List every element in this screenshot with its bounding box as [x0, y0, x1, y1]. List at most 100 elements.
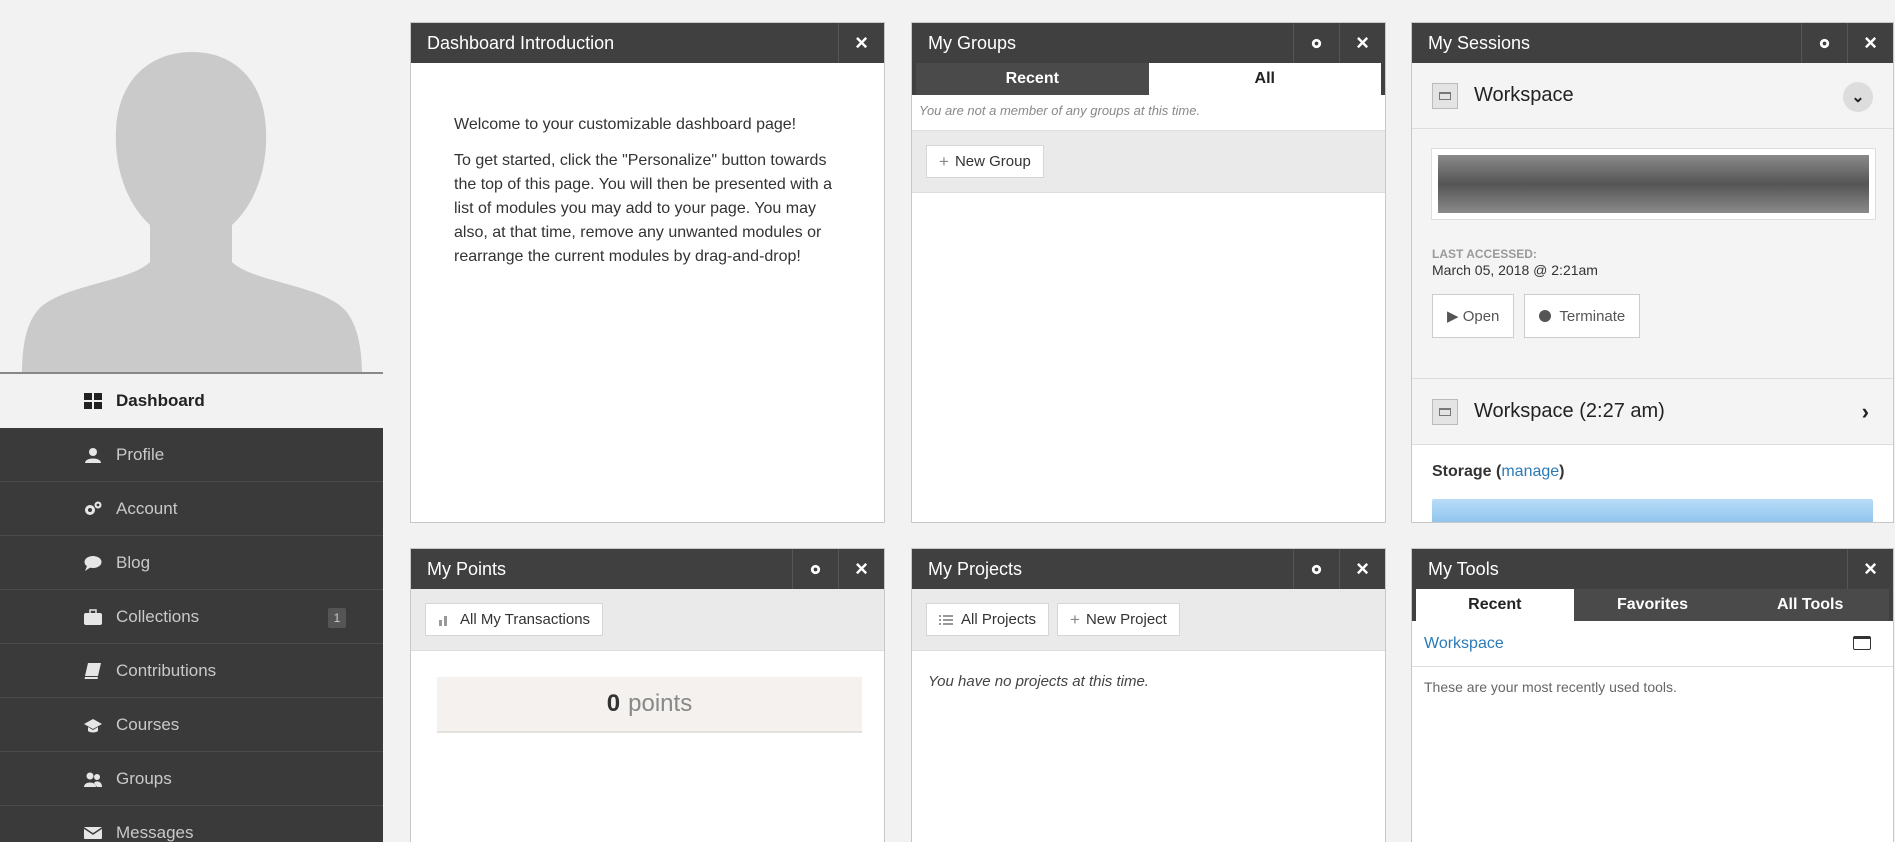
graduation-cap-icon [84, 717, 102, 733]
session-row[interactable]: Workspace (2:27 am) › [1412, 379, 1893, 445]
tab-recent[interactable]: Recent [916, 63, 1149, 95]
panel-header[interactable]: My Sessions × [1412, 23, 1893, 63]
points-toolbar: All My Transactions [411, 589, 884, 651]
tab-favorites[interactable]: Favorites [1573, 589, 1732, 621]
all-transactions-button[interactable]: All My Transactions [425, 603, 604, 636]
panel-header[interactable]: My Tools × [1412, 549, 1893, 589]
settings-icon[interactable] [792, 549, 838, 589]
sidebar-item-blog[interactable]: Blog [0, 536, 383, 590]
close-icon[interactable]: × [1339, 549, 1385, 589]
panel-title: My Sessions [1428, 32, 1531, 53]
sidebar-item-dashboard[interactable]: Dashboard [0, 374, 383, 428]
my-projects-panel[interactable]: My Projects × All Projects + New Project… [911, 548, 1386, 842]
my-tools-panel[interactable]: My Tools × Recent Favorites All Tools Wo… [1411, 548, 1894, 842]
sidebar-item-profile[interactable]: Profile [0, 428, 383, 482]
terminate-session-button[interactable]: Terminate [1524, 294, 1641, 338]
storage-paren: ) [1559, 463, 1565, 480]
envelope-icon [84, 825, 102, 841]
close-icon[interactable]: × [1339, 23, 1385, 63]
my-sessions-panel[interactable]: My Sessions × Workspace ⌄ LAST ACCESSED:… [1411, 22, 1894, 523]
sidebar-item-label: Courses [116, 714, 180, 734]
all-transactions-label: All My Transactions [460, 611, 591, 628]
session-thumbnail[interactable] [1432, 149, 1875, 219]
panel-title: My Projects [928, 558, 1023, 579]
terminate-label: Terminate [1559, 307, 1626, 325]
intro-body: Welcome to your customizable dashboard p… [411, 63, 884, 269]
groups-tabs: Recent All [912, 63, 1385, 95]
panel-header[interactable]: My Points × [411, 549, 884, 589]
sidebar-item-label: Account [116, 498, 178, 518]
new-project-label: New Project [1085, 611, 1167, 628]
workspace-tool-link[interactable]: Workspace [1424, 635, 1504, 653]
projects-toolbar: All Projects + New Project [912, 589, 1385, 651]
new-group-button[interactable]: + New Group [926, 145, 1044, 178]
sidebar-item-groups[interactable]: Groups [0, 752, 383, 806]
groups-toolbar: + New Group [912, 131, 1385, 193]
tool-row[interactable]: Workspace [1412, 621, 1893, 667]
sidebar-item-label: Blog [116, 552, 151, 572]
session-details: LAST ACCESSED: March 05, 2018 @ 2:21am ▶… [1412, 129, 1893, 379]
panel-header[interactable]: Dashboard Introduction × [411, 23, 884, 63]
sidebar-nav: Dashboard Profile Account Blog Collectio… [0, 374, 383, 842]
intro-welcome-text: Welcome to your customizable dashboard p… [454, 116, 797, 133]
dashboard-icon [84, 393, 102, 409]
panel-title: My Tools [1428, 558, 1499, 579]
sidebar-item-label: Contributions [116, 660, 217, 680]
all-projects-label: All Projects [961, 611, 1037, 628]
sidebar: Dashboard Profile Account Blog Collectio… [0, 0, 383, 842]
panel-header[interactable]: My Projects × [912, 549, 1385, 589]
sidebar-item-contributions[interactable]: Contributions [0, 644, 383, 698]
tools-tabs: Recent Favorites All Tools [1412, 589, 1893, 621]
tab-recent[interactable]: Recent [1416, 589, 1574, 621]
storage-label: Storage (manage) [1412, 445, 1893, 499]
sidebar-item-label: Profile [116, 444, 165, 464]
close-icon[interactable]: × [1847, 549, 1893, 589]
open-session-button[interactable]: ▶ Open [1432, 294, 1515, 338]
close-icon[interactable]: × [1847, 23, 1893, 63]
new-group-label: New Group [954, 153, 1031, 170]
sidebar-item-account[interactable]: Account [0, 482, 383, 536]
manage-storage-link[interactable]: manage [1501, 463, 1559, 480]
dashboard-introduction-panel[interactable]: Dashboard Introduction × Welcome to your… [410, 22, 885, 523]
close-icon[interactable]: × [838, 549, 884, 589]
storage-text: Storage ( [1432, 463, 1502, 480]
intro-instructions-text: To get started, click the "Personalize" … [454, 152, 833, 265]
groups-empty-message: You are not a member of any groups at th… [912, 95, 1385, 131]
my-groups-panel[interactable]: My Groups × Recent All You are not a mem… [911, 22, 1386, 523]
tab-all-tools[interactable]: All Tools [1731, 589, 1890, 621]
chevron-right-icon[interactable]: › [1862, 399, 1869, 425]
sidebar-item-messages[interactable]: Messages [0, 806, 383, 842]
list-icon [939, 614, 953, 625]
panel-title: Dashboard Introduction [427, 32, 615, 53]
points-unit: points [628, 690, 693, 717]
sidebar-item-courses[interactable]: Courses [0, 698, 383, 752]
settings-icon[interactable] [1293, 549, 1339, 589]
users-icon [84, 771, 102, 787]
comment-icon [84, 555, 102, 571]
all-projects-button[interactable]: All Projects [926, 603, 1050, 636]
gears-icon [84, 501, 102, 517]
last-accessed-value: March 05, 2018 @ 2:21am [1432, 262, 1598, 278]
bar-chart-icon [439, 615, 447, 626]
tab-all[interactable]: All [1148, 63, 1381, 95]
user-icon [84, 447, 102, 463]
sidebar-item-collections[interactable]: Collections 1 [0, 590, 383, 644]
new-project-button[interactable]: + New Project [1057, 603, 1180, 636]
avatar [0, 0, 383, 374]
close-icon[interactable]: × [838, 23, 884, 63]
plus-icon: + [939, 151, 949, 171]
settings-icon[interactable] [1293, 23, 1339, 63]
session-row[interactable]: Workspace ⌄ [1412, 63, 1893, 129]
terminate-icon [1539, 310, 1552, 322]
chevron-down-icon[interactable]: ⌄ [1843, 82, 1873, 112]
panel-header[interactable]: My Groups × [912, 23, 1385, 63]
window-icon[interactable] [1853, 636, 1871, 650]
points-count: 0 [606, 690, 621, 717]
window-icon [1432, 82, 1458, 109]
sidebar-item-label: Dashboard [116, 391, 205, 410]
sidebar-item-label: Collections [116, 606, 200, 626]
sidebar-item-label: Groups [116, 768, 172, 788]
book-icon [84, 662, 102, 679]
my-points-panel[interactable]: My Points × All My Transactions 0 points [410, 548, 885, 842]
settings-icon[interactable] [1801, 23, 1847, 63]
